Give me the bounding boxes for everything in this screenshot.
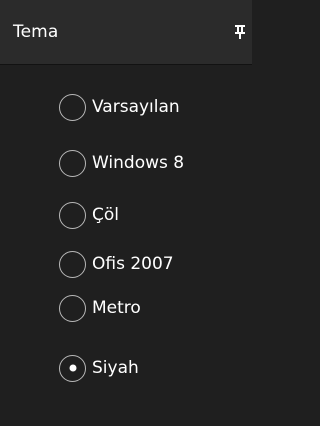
panel-title: Tema: [13, 22, 59, 42]
pin-icon[interactable]: [233, 20, 247, 44]
panel-header: Tema: [0, 0, 252, 64]
theme-option-label: Siyah: [92, 358, 139, 378]
theme-option-label: Çöl: [92, 205, 119, 225]
theme-option-col[interactable]: Çöl: [59, 200, 119, 230]
header-divider: [0, 64, 252, 65]
theme-option-siyah[interactable]: Siyah: [59, 353, 139, 383]
radio-button[interactable]: [59, 93, 86, 121]
radio-button[interactable]: [59, 149, 86, 177]
theme-option-windows-8[interactable]: Windows 8: [59, 148, 184, 178]
radio-button-selected[interactable]: [59, 354, 86, 382]
theme-option-label: Ofis 2007: [92, 254, 174, 274]
radio-button[interactable]: [59, 250, 86, 278]
radio-button[interactable]: [59, 294, 86, 322]
theme-option-metro[interactable]: Metro: [59, 293, 141, 323]
theme-option-label: Varsayılan: [92, 97, 180, 117]
theme-option-label: Windows 8: [92, 153, 185, 173]
theme-option-ofis-2007[interactable]: Ofis 2007: [59, 249, 174, 279]
radio-button[interactable]: [59, 201, 86, 229]
theme-option-label: Metro: [92, 298, 141, 318]
theme-option-varsayilan[interactable]: Varsayılan: [59, 92, 180, 122]
theme-panel: Tema Varsayılan Windows 8 Çöl Ofis 2007 …: [0, 0, 252, 426]
